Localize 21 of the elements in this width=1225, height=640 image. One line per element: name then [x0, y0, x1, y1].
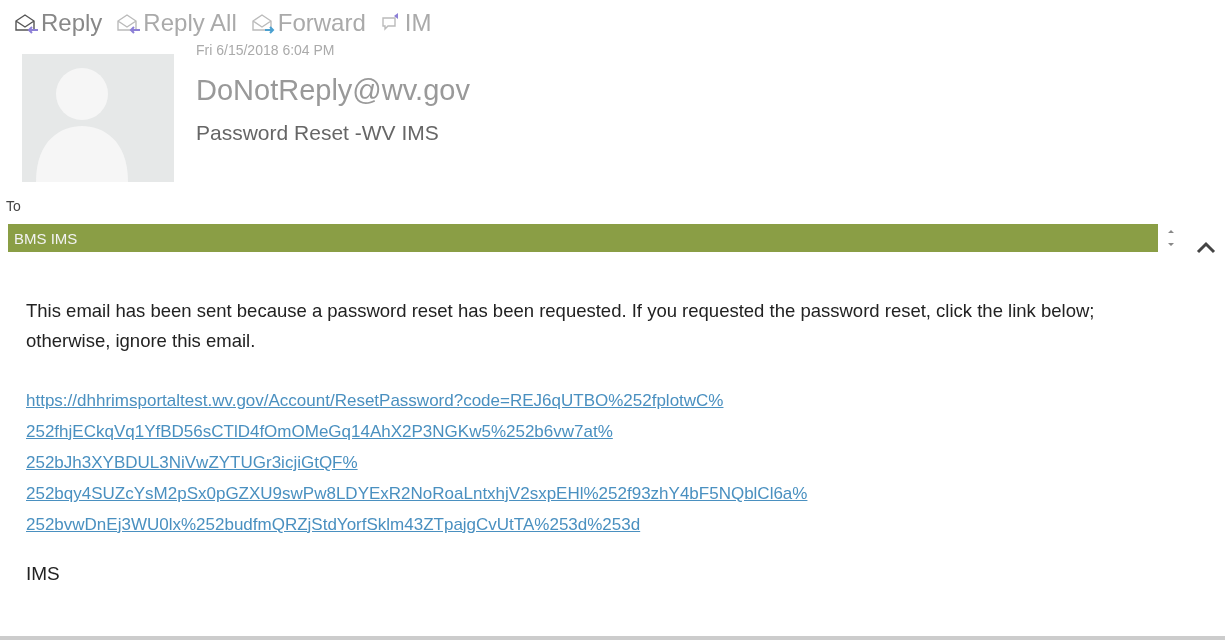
- reset-link[interactable]: 252bvwDnEj3WU0lx%252budfmQRZjStdYorfSklm43ZTpajgCvUtTA%253d%253d: [26, 512, 641, 537]
- recipient-name[interactable]: BMS IMS: [14, 229, 78, 247]
- im-button[interactable]: IM: [379, 8, 432, 38]
- date-text: Fri 6/15/2018 6:04 PM: [196, 42, 336, 58]
- forward-button[interactable]: Forward: [250, 8, 366, 38]
- reply-all-button[interactable]: Reply All: [116, 8, 237, 38]
- avatar-icon: [22, 54, 174, 182]
- reset-link[interactable]: 252bJh3XYBDUL3NiVwZYTUGr3icjiGtQF%: [26, 450, 358, 475]
- envelope-arrow-icon: [14, 12, 40, 34]
- envelope-arrow-icon: [250, 12, 277, 34]
- collapse-chevron-icon[interactable]: [1196, 240, 1216, 254]
- reset-link[interactable]: https://dhhrimsportaltest.wv.gov/Account/ResetPassword?code=REJ6qUTBO%252fplotwC%: [26, 388, 724, 413]
- subject-text: Password Reset -WV IMS: [196, 121, 440, 145]
- message-paragraph: This email has been sent because a password reset has been requested. If you requested the password reset, click the link below; otherwise, ignore this email.: [26, 299, 1096, 353]
- to-label: To: [6, 198, 21, 214]
- sender-address: DoNotReply@wv.gov: [196, 74, 470, 107]
- signature-text: IMS: [26, 563, 60, 585]
- reset-link[interactable]: 252bqy4SUZcYsM2pSx0pGZXU9swPw8LDYExR2NoRoaLntxhjV2sxpEHl%252f93zhY4bF5NQblCl6a%: [26, 481, 808, 506]
- envelope-arrow-icon: [116, 12, 143, 34]
- reset-link[interactable]: 252fhjECkqVq1YfBD56sCTlD4fOmOMeGq14AhX2P3NGKw5%252b6vw7at%: [26, 419, 613, 444]
- reply-button[interactable]: Reply: [14, 8, 103, 38]
